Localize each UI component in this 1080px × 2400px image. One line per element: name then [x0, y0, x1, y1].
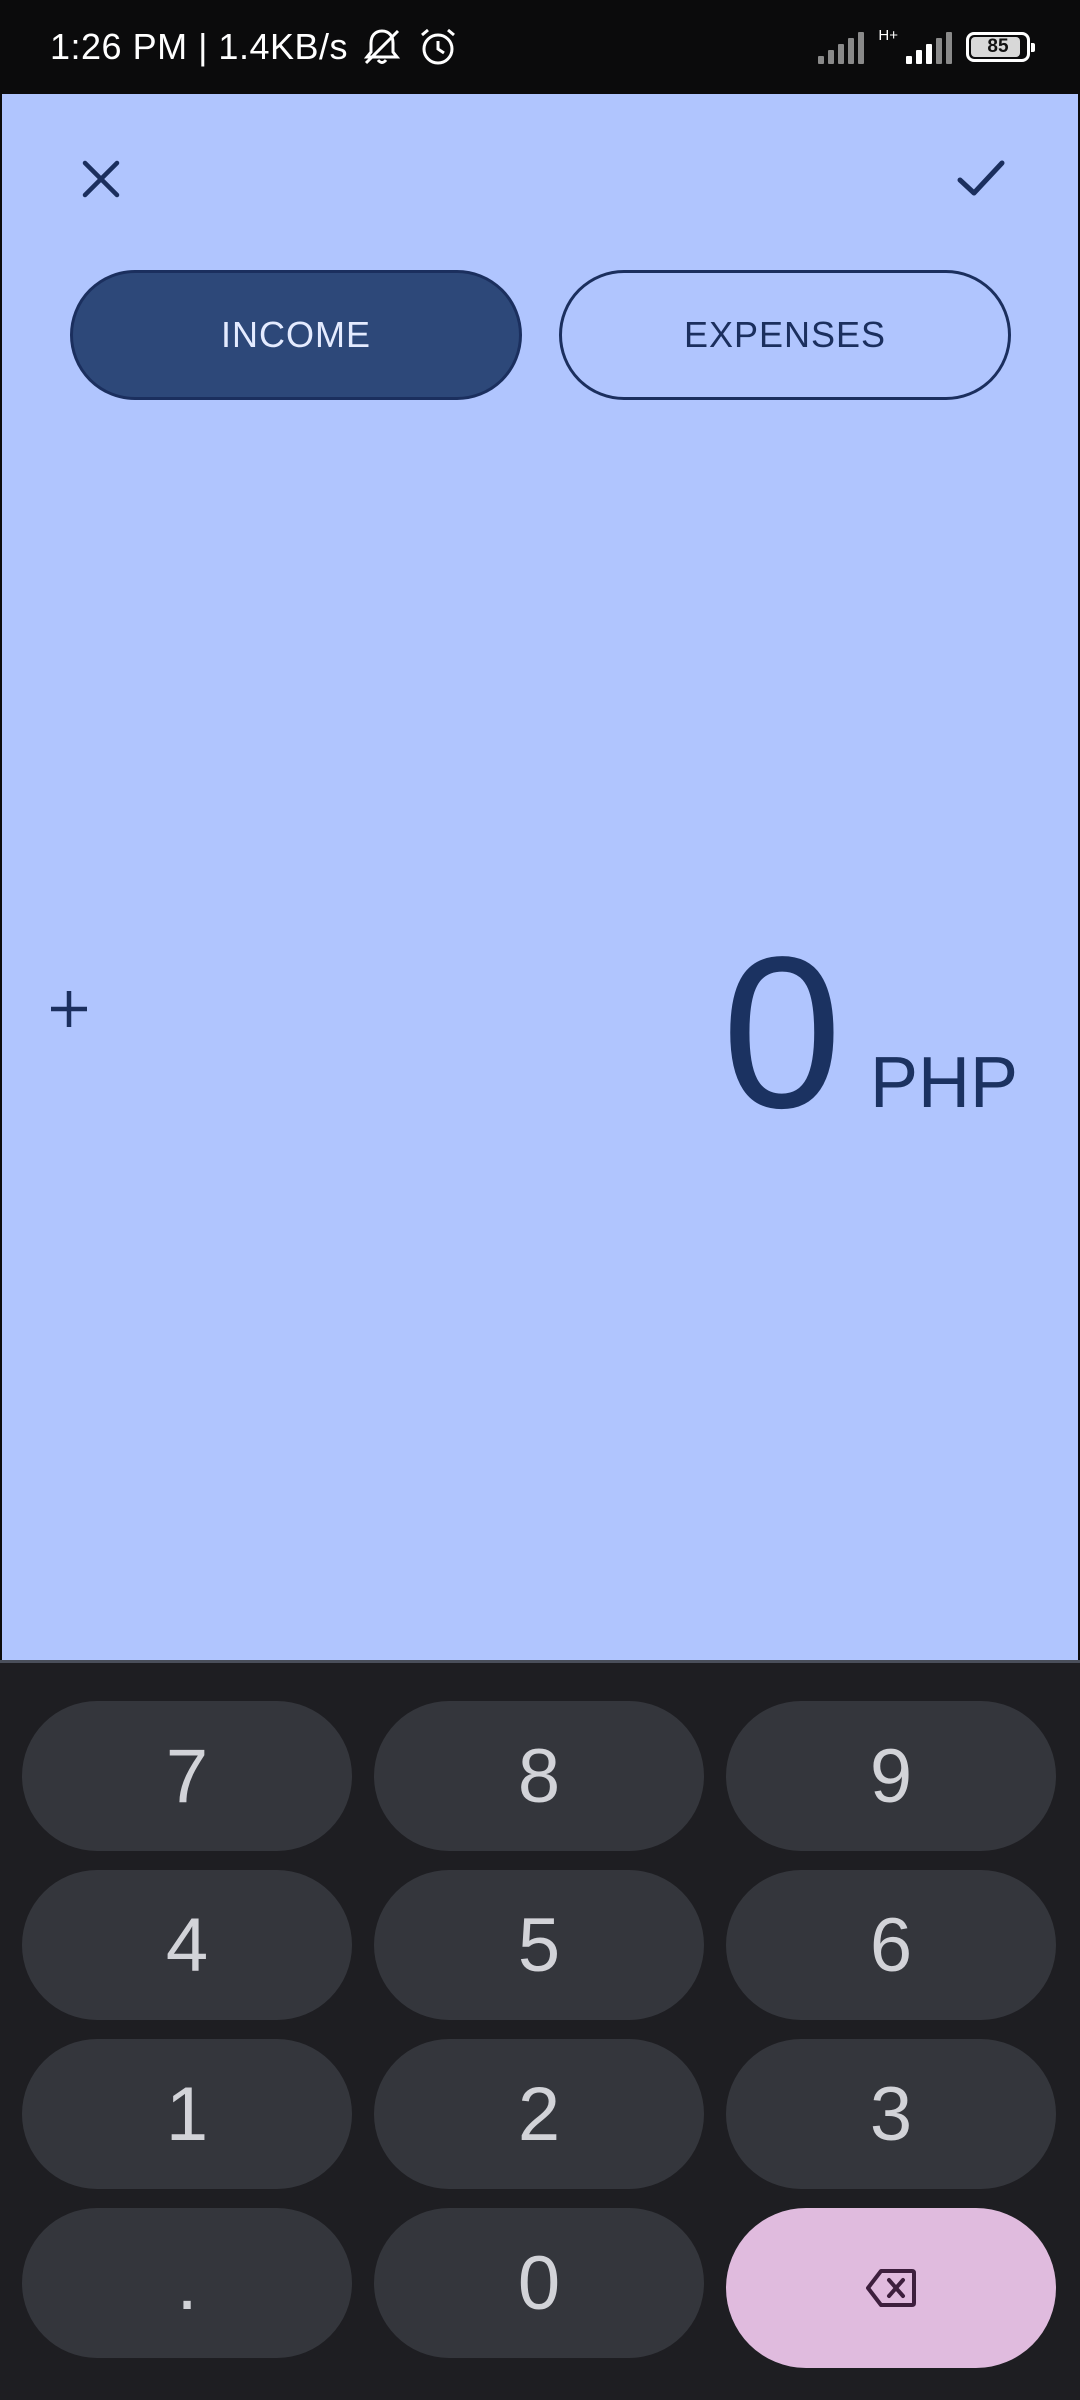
status-left: 1:26 PM | 1.4KB/s [50, 25, 460, 69]
add-operation-button[interactable] [24, 964, 114, 1054]
expenses-toggle-button[interactable]: EXPENSES [559, 270, 1011, 400]
backspace-button[interactable] [726, 2208, 1056, 2368]
key-6[interactable]: 6 [726, 1870, 1056, 2020]
signal-icon [818, 30, 865, 64]
muted-bell-icon [360, 25, 404, 69]
key-2[interactable]: 2 [374, 2039, 704, 2189]
battery-icon: 85 [966, 32, 1035, 62]
close-icon [82, 160, 120, 198]
confirm-button[interactable] [936, 134, 1026, 224]
check-icon [957, 160, 1005, 196]
numeric-keypad: 7 8 9 4 5 6 1 2 3 . 0 [0, 1660, 1080, 2400]
battery-level: 85 [987, 36, 1009, 57]
key-7[interactable]: 7 [22, 1701, 352, 1851]
network-type: H+ [878, 26, 898, 44]
status-right: H+ 85 [818, 26, 1035, 64]
status-time-speed: 1:26 PM | 1.4KB/s [50, 26, 348, 67]
amount-display: 0 PHP [722, 924, 1018, 1140]
plus-icon [51, 991, 87, 1027]
key-9[interactable]: 9 [726, 1701, 1056, 1851]
status-bar: 1:26 PM | 1.4KB/s H+ 85 [0, 0, 1080, 94]
key-1[interactable]: 1 [22, 2039, 352, 2189]
income-toggle-button[interactable]: INCOME [70, 270, 522, 400]
key-0[interactable]: 0 [374, 2208, 704, 2358]
key-8[interactable]: 8 [374, 1701, 704, 1851]
key-decimal[interactable]: . [22, 2208, 352, 2358]
signal-icon [906, 30, 952, 64]
backspace-icon [866, 2269, 916, 2307]
currency-label: PHP [869, 1043, 1018, 1123]
key-5[interactable]: 5 [374, 1870, 704, 2020]
key-4[interactable]: 4 [22, 1870, 352, 2020]
amount-value: 0 [721, 911, 842, 1153]
transaction-editor: INCOME EXPENSES 0 PHP [2, 94, 1078, 1660]
alarm-icon [416, 25, 460, 69]
close-button[interactable] [56, 134, 146, 224]
key-3[interactable]: 3 [726, 2039, 1056, 2189]
type-toggle: INCOME EXPENSES [70, 270, 1012, 400]
